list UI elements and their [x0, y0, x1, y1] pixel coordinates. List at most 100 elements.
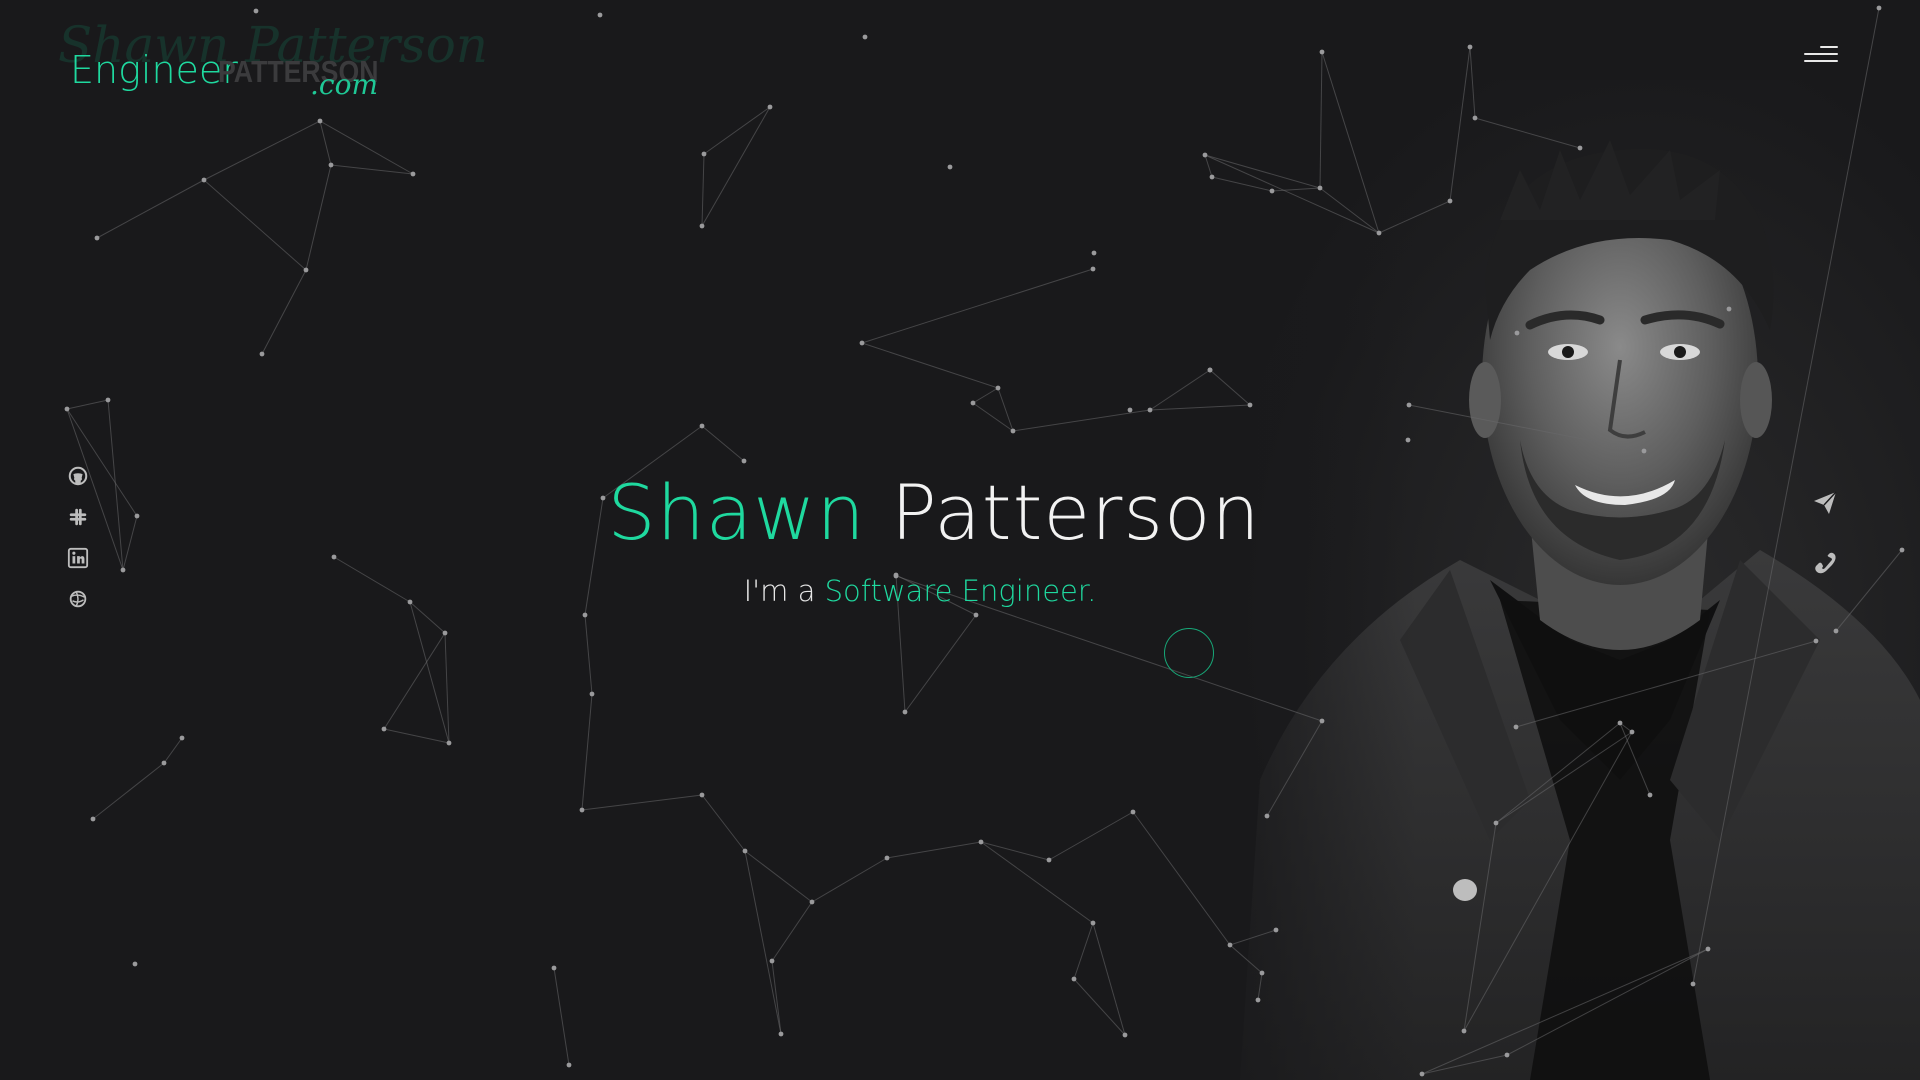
constellation-node — [1629, 729, 1635, 735]
constellation-edge — [980, 841, 1050, 861]
constellation-node — [1813, 638, 1819, 644]
constellation-edge — [744, 850, 813, 903]
constellation-edge — [1449, 46, 1471, 202]
constellation-edge — [1463, 822, 1497, 1032]
constellation-node — [701, 151, 707, 157]
constellation-node — [1504, 1052, 1510, 1058]
constellation-edge — [886, 841, 982, 859]
constellation-edge — [972, 402, 1014, 432]
constellation-node — [161, 760, 167, 766]
constellation-edge — [701, 794, 746, 852]
constellation-node — [1376, 230, 1382, 236]
constellation-edge — [771, 901, 813, 962]
constellation-node — [1090, 266, 1096, 272]
constellation-node — [1202, 152, 1208, 158]
constellation-edge — [1619, 722, 1651, 796]
constellation-node — [1319, 718, 1325, 724]
constellation-node — [1647, 792, 1653, 798]
constellation-edge — [861, 342, 999, 389]
constellation-node — [1514, 330, 1520, 336]
constellation-node — [120, 567, 126, 573]
constellation-edge — [972, 387, 999, 404]
constellation-edge — [1204, 154, 1380, 234]
constellation-edge — [1073, 922, 1094, 980]
constellation-node — [809, 899, 815, 905]
constellation-edge — [1835, 549, 1903, 632]
constellation-node — [1317, 185, 1323, 191]
constellation-edge — [553, 967, 570, 1066]
constellation-node — [970, 400, 976, 406]
constellation-edge — [1092, 922, 1126, 1036]
cursor-ring — [1164, 628, 1214, 678]
constellation-edge — [1229, 944, 1263, 974]
constellation-node — [1209, 174, 1215, 180]
constellation-node — [1577, 145, 1583, 151]
constellation-node — [859, 340, 865, 346]
constellation-edge — [997, 387, 1014, 432]
constellation-edge — [861, 268, 1094, 344]
hero-title: Shawn Patterson — [0, 468, 1868, 557]
menu-line-middle — [1804, 53, 1838, 55]
hero-last-name: Patterson — [890, 468, 1261, 557]
constellation-edge — [383, 632, 446, 730]
constellation-edge — [1506, 948, 1709, 1056]
constellation-edge — [581, 794, 703, 811]
constellation-node — [1833, 628, 1839, 634]
site-logo[interactable]: Shawn Patterson Engineer PATTERSON .com — [58, 16, 488, 110]
constellation-node — [105, 397, 111, 403]
constellation-edge — [701, 153, 705, 227]
constellation-node — [1147, 407, 1153, 413]
constellation-edge — [1204, 154, 1213, 178]
constellation-edge — [319, 120, 414, 175]
constellation-node — [551, 965, 557, 971]
constellation-node — [1726, 306, 1732, 312]
constellation-node — [1071, 976, 1077, 982]
menu-line-bottom — [1804, 60, 1838, 62]
constellation-edge — [1204, 154, 1321, 189]
constellation-node — [862, 34, 868, 40]
constellation-node — [995, 385, 1001, 391]
constellation-node — [742, 848, 748, 854]
constellation-edge — [163, 737, 183, 764]
constellation-edge — [980, 841, 1094, 924]
constellation-edge — [96, 179, 205, 239]
constellation-node — [328, 162, 334, 168]
constellation-node — [1090, 920, 1096, 926]
constellation-node — [884, 855, 890, 861]
constellation-node — [1405, 437, 1411, 443]
constellation-edge — [904, 614, 977, 713]
constellation-node — [778, 1031, 784, 1037]
constellation-edge — [319, 120, 332, 166]
constellation-node — [1493, 820, 1499, 826]
constellation-edge — [92, 762, 165, 820]
constellation-node — [1319, 49, 1325, 55]
constellation-node — [94, 235, 100, 241]
constellation-edge — [444, 632, 450, 744]
constellation-edge — [203, 120, 321, 181]
constellation-edge — [1378, 200, 1451, 234]
constellation-node — [597, 12, 603, 18]
constellation-edge — [66, 399, 109, 410]
constellation-edge — [1463, 731, 1633, 1032]
hero-first-name: Shawn — [607, 468, 866, 557]
subtitle-role: Software Engineer. — [824, 574, 1097, 608]
constellation-edge — [703, 106, 771, 155]
constellation-node — [410, 171, 416, 177]
constellation-node — [1264, 813, 1270, 819]
constellation-node — [1247, 402, 1253, 408]
constellation-node — [699, 792, 705, 798]
constellation-edge — [1209, 369, 1251, 406]
constellation-edge — [701, 106, 771, 227]
constellation-node — [978, 839, 984, 845]
constellation-node — [1513, 724, 1519, 730]
constellation-node — [317, 118, 323, 124]
constellation-node — [1273, 927, 1279, 933]
subtitle-prefix: I'm a — [743, 574, 825, 608]
constellation-edge — [1469, 46, 1476, 119]
menu-button[interactable] — [1800, 44, 1838, 68]
constellation-edge — [1321, 51, 1380, 234]
constellation-node — [1259, 970, 1265, 976]
logo-engineer-text: Engineer — [70, 48, 238, 92]
constellation-edge — [1421, 948, 1709, 1075]
constellation-node — [1010, 428, 1016, 434]
